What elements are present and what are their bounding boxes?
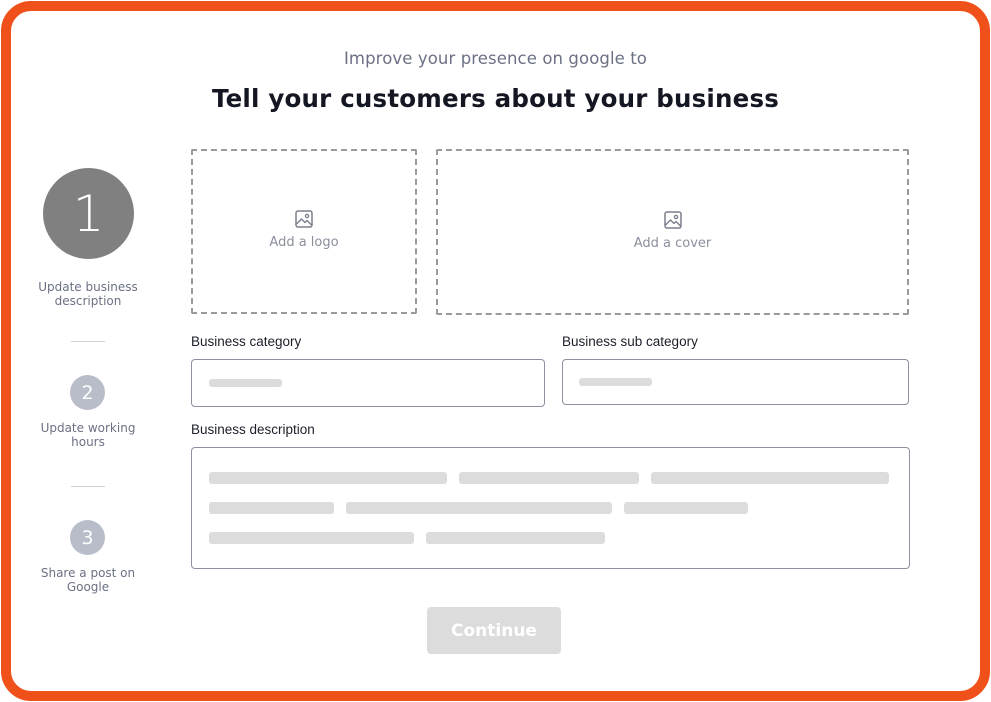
placeholder-bar — [624, 502, 748, 514]
step-3-label: Share a post on Google — [40, 566, 136, 594]
business-sub-category-select[interactable] — [562, 359, 909, 405]
placeholder-bar — [426, 532, 605, 544]
business-sub-category-label: Business sub category — [562, 334, 698, 349]
placeholder-bar — [651, 472, 889, 484]
placeholder-bar — [579, 378, 652, 386]
step-3-indicator[interactable]: 3 — [70, 520, 105, 555]
step-1-indicator: 1 — [43, 168, 134, 259]
business-category-select[interactable] — [191, 359, 545, 407]
page-title: Tell your customers about your business — [211, 84, 780, 113]
business-description-label: Business description — [191, 422, 315, 437]
cover-upload-label: Add a cover — [633, 235, 712, 251]
logo-upload-area[interactable]: Add a logo — [191, 149, 417, 314]
step-divider — [71, 341, 105, 342]
cover-upload-area[interactable]: Add a cover — [436, 149, 909, 315]
business-description-textarea[interactable] — [191, 447, 910, 569]
placeholder-bar — [209, 502, 334, 514]
placeholder-bar — [459, 472, 639, 484]
image-icon — [663, 210, 682, 229]
business-category-label: Business category — [191, 334, 302, 349]
placeholder-bar — [346, 502, 612, 514]
continue-button[interactable]: Continue — [427, 607, 561, 654]
placeholder-bar — [209, 532, 414, 544]
placeholder-bar — [209, 379, 282, 387]
placeholder-bar — [209, 472, 447, 484]
step-divider — [71, 486, 105, 487]
image-icon — [295, 210, 313, 228]
page-subtitle: Improve your presence on google to — [343, 49, 648, 68]
logo-upload-label: Add a logo — [269, 235, 339, 250]
step-2-label: Update working hours — [40, 421, 136, 449]
step-2-indicator[interactable]: 2 — [70, 375, 105, 410]
step-1-label: Update business description — [38, 280, 138, 308]
